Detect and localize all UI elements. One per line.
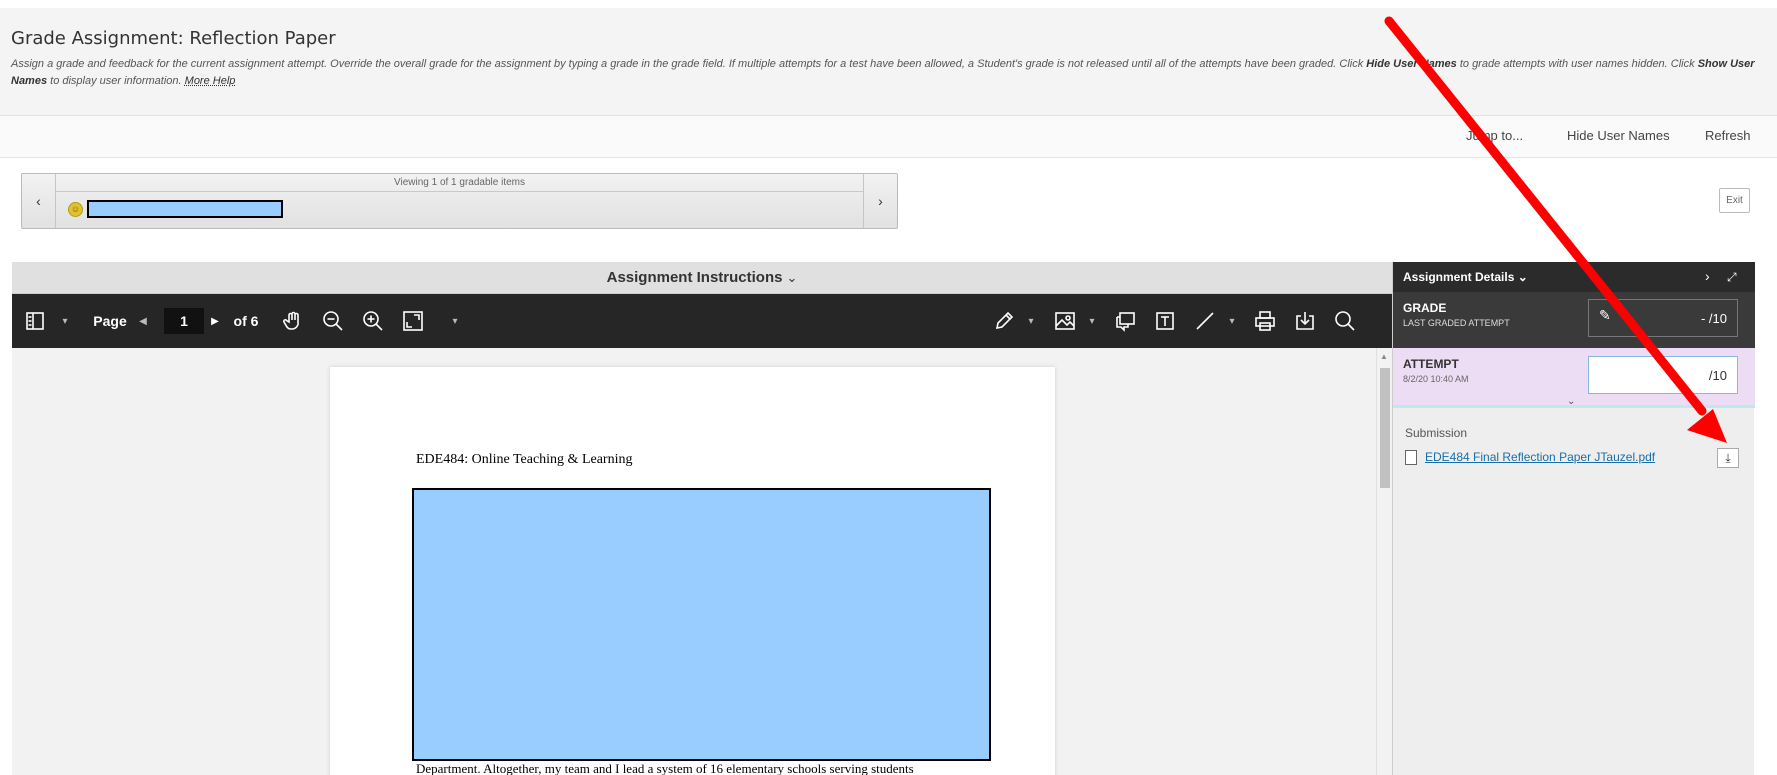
line-icon: [1196, 312, 1214, 330]
attempt-navigator: ‹ Viewing 1 of 1 gradable items ☺ ›: [21, 173, 898, 229]
hide-user-names-button[interactable]: Hide User Names: [1567, 128, 1670, 143]
page-label: Page: [93, 313, 127, 329]
submission-label: Submission: [1405, 426, 1468, 440]
search-doc-button[interactable]: [1330, 294, 1360, 348]
comment-button[interactable]: [1110, 294, 1140, 348]
document-page: EDE484: Online Teaching & Learning Depar…: [330, 367, 1055, 775]
chevron-right-icon: ›: [878, 193, 883, 209]
image-dropdown-icon[interactable]: ▾: [1085, 294, 1099, 348]
assignment-instructions-toggle[interactable]: Assignment Instructions ⌄: [12, 262, 1392, 294]
panel-title: Assignment Details: [1403, 270, 1515, 284]
scroll-up-icon[interactable]: ▲: [1380, 352, 1388, 361]
zoom-out-button[interactable]: [318, 294, 348, 348]
submission-file-link[interactable]: EDE484 Final Reflection Paper JTauzel.pd…: [1425, 450, 1655, 464]
more-help-link[interactable]: More Help: [185, 75, 236, 87]
expand-icon[interactable]: ⤢: [1727, 270, 1737, 285]
prev-item-button[interactable]: ‹: [22, 174, 56, 228]
redacted-student-name: [87, 200, 283, 218]
line-tool-button[interactable]: [1190, 294, 1220, 348]
download-file-button[interactable]: ⤓: [1717, 448, 1739, 468]
pan-hand-button[interactable]: [278, 294, 308, 348]
page-total: of 6: [233, 313, 259, 329]
exit-button[interactable]: Exit: [1719, 188, 1750, 213]
text-box-button[interactable]: [1150, 294, 1180, 348]
scroll-thumb[interactable]: [1380, 368, 1390, 488]
overall-grade-value: - /10: [1700, 311, 1727, 326]
document-text-line: Department. Altogether, my team and I le…: [416, 761, 914, 775]
jump-to-button[interactable]: Jump to...: [1466, 128, 1523, 143]
instructions-text-2: to grade attempts with user names hidden…: [1456, 58, 1698, 70]
document-scrollbar[interactable]: ▲: [1376, 348, 1392, 775]
panel-header: Assignment Details ⌄ › ⤢: [1393, 262, 1755, 292]
document-heading: EDE484: Online Teaching & Learning: [416, 452, 633, 467]
instructions-text-1: Assign a grade and feedback for the curr…: [11, 58, 1367, 70]
image-stamp-button[interactable]: [1050, 294, 1080, 348]
attempt-label: ATTEMPT: [1403, 357, 1459, 371]
file-icon: [1405, 450, 1417, 465]
instructions-hide-names: Hide User Names: [1366, 58, 1457, 70]
overall-grade-field[interactable]: ✎ - /10: [1588, 299, 1738, 337]
annotate-pen-button[interactable]: [989, 294, 1019, 348]
attempt-date: 8/2/20 10:40 AM: [1403, 374, 1469, 384]
grade-label: GRADE: [1403, 301, 1447, 315]
hand-icon: [283, 311, 299, 330]
edit-pencil-icon[interactable]: ✎: [1599, 307, 1611, 324]
page: Grade Assignment: Reflection Paper Assig…: [0, 0, 1777, 775]
download-icon: [1296, 312, 1314, 330]
submission-file-row: EDE484 Final Reflection Paper JTauzel.pd…: [1405, 448, 1745, 470]
instructions-text-3: to display user information.: [47, 75, 185, 87]
sidebar-icon: [26, 312, 44, 330]
viewer-title-label: Assignment Instructions: [606, 269, 783, 286]
zoom-out-icon: [323, 311, 343, 331]
zoom-in-button[interactable]: [358, 294, 388, 348]
pencil-icon: [995, 311, 1014, 330]
panel-title-button[interactable]: Assignment Details ⌄: [1403, 270, 1528, 284]
print-icon: [1255, 311, 1275, 331]
chevron-down-icon: ⌄: [786, 270, 798, 285]
user-icon: ☺: [68, 201, 83, 217]
prev-page-icon[interactable]: ◀: [136, 294, 150, 348]
attempt-row: ATTEMPT 8/2/20 10:40 AM /10 ⌄: [1393, 348, 1755, 408]
chevron-down-icon: ⌄: [1517, 270, 1528, 284]
comment-icon: [1116, 312, 1135, 332]
collapse-panel-icon[interactable]: ›: [1705, 268, 1710, 284]
next-item-button[interactable]: ›: [863, 174, 897, 228]
print-button[interactable]: [1250, 294, 1280, 348]
student-selector[interactable]: ☺: [68, 200, 283, 218]
page-header: Grade Assignment: Reflection Paper Assig…: [0, 8, 1777, 116]
line-dropdown-icon[interactable]: ▾: [1225, 294, 1239, 348]
grade-row: GRADE LAST GRADED ATTEMPT ✎ - /10: [1393, 292, 1755, 348]
sidebar-toggle-button[interactable]: [20, 294, 50, 348]
fit-page-icon: [403, 311, 423, 331]
action-bar: Jump to... Hide User Names Refresh: [0, 116, 1777, 158]
document-toolbar: ▾ Page ◀ 1 ▶ of 6 ▾ ▾ ▾ ▾: [12, 294, 1392, 348]
redacted-document-block: [412, 488, 991, 761]
page-title: Grade Assignment: Reflection Paper: [11, 28, 336, 49]
attempt-grade-input[interactable]: /10: [1588, 356, 1738, 394]
grade-sublabel: LAST GRADED ATTEMPT: [1403, 318, 1510, 328]
download-icon: ⤓: [1725, 451, 1731, 465]
zoom-in-icon: [363, 311, 383, 331]
image-icon: [1055, 312, 1075, 330]
refresh-button[interactable]: Refresh: [1705, 128, 1751, 143]
chevron-left-icon: ‹: [36, 193, 41, 209]
page-instructions: Assign a grade and feedback for the curr…: [11, 56, 1761, 90]
attempt-grade-value: /10: [1708, 368, 1727, 383]
chevron-down-icon[interactable]: ⌄: [1567, 396, 1575, 407]
fit-page-button[interactable]: [398, 294, 428, 348]
fit-dropdown-icon[interactable]: ▾: [448, 294, 462, 348]
search-icon: [1335, 311, 1355, 331]
sidebar-dropdown-icon[interactable]: ▾: [58, 294, 72, 348]
assignment-details-panel: Assignment Details ⌄ › ⤢ GRADE LAST GRAD…: [1392, 262, 1755, 775]
page-number-input[interactable]: 1: [164, 308, 204, 334]
download-doc-button[interactable]: [1290, 294, 1320, 348]
navigator-caption: Viewing 1 of 1 gradable items: [56, 174, 863, 192]
pen-dropdown-icon[interactable]: ▾: [1024, 294, 1038, 348]
text-box-icon: [1156, 312, 1174, 330]
next-page-icon[interactable]: ▶: [208, 294, 222, 348]
